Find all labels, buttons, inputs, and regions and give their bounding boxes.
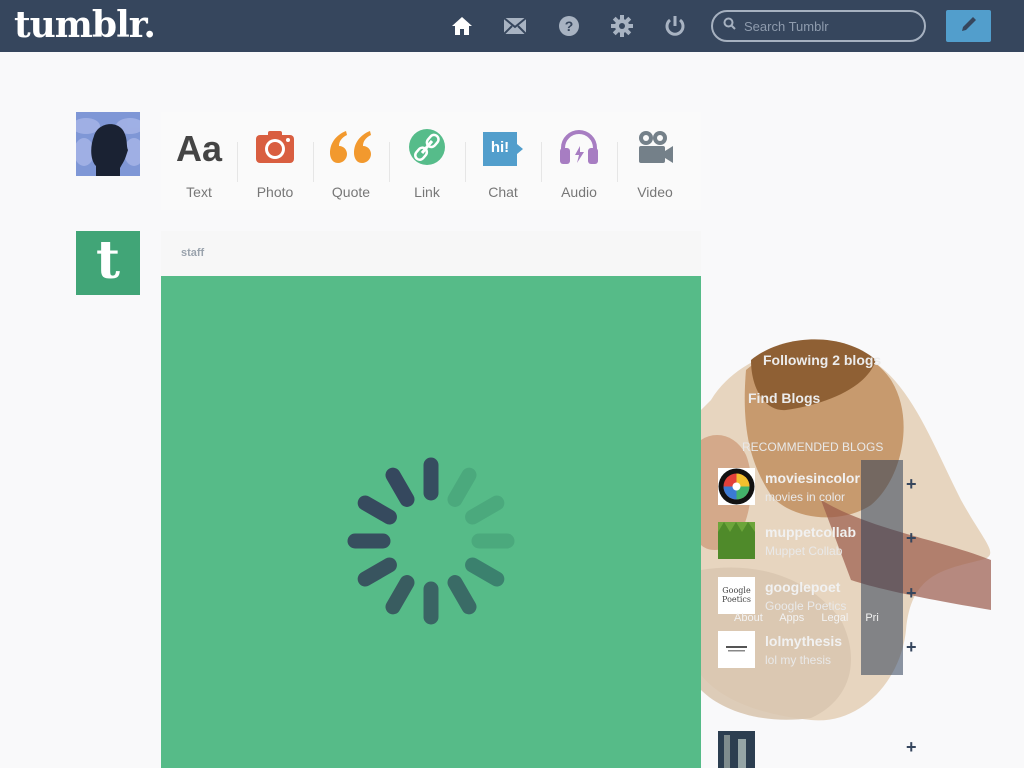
staff-avatar[interactable]: t	[76, 231, 140, 295]
link-icon	[409, 128, 445, 170]
footer-link-privacy[interactable]: Pri	[865, 612, 878, 624]
post-type-bar: Aa Text Photo Quote Link hi! Chat Audio	[161, 112, 701, 210]
text-icon: Aa	[175, 128, 223, 169]
camera-icon	[256, 130, 294, 168]
recommended-blog-name: moviesincolor	[765, 470, 860, 486]
follow-button[interactable]: +	[906, 583, 917, 604]
recommended-blog[interactable]: muppetcollab Muppet Collab +	[718, 522, 917, 568]
post-type-link[interactable]: Link	[389, 112, 465, 210]
settings-icon[interactable]	[610, 14, 634, 38]
mail-icon[interactable]	[503, 14, 527, 38]
user-avatar[interactable]	[76, 112, 140, 176]
post-type-label: Video	[637, 184, 673, 200]
googlepoet-avatar: Google Poetics	[718, 577, 755, 614]
tumblr-logo[interactable]: tumblr.	[14, 4, 156, 46]
post-type-label: Quote	[331, 184, 371, 200]
post-type-text[interactable]: Aa Text	[161, 112, 237, 210]
recommended-blog[interactable]: lolmythesis lol my thesis +	[718, 631, 917, 677]
footer-link-about[interactable]: About	[734, 612, 763, 624]
chat-icon: hi!	[483, 132, 523, 166]
post-type-label: Audio	[561, 184, 597, 200]
recommended-blog-title: lol my thesis	[765, 653, 832, 667]
post-type-photo[interactable]: Photo	[237, 112, 313, 210]
find-blogs-link[interactable]: Find Blogs	[748, 390, 820, 406]
help-icon[interactable]: ?	[557, 14, 581, 38]
muppetcollab-avatar	[718, 522, 755, 559]
chat-icon-text: hi!	[490, 139, 510, 156]
search-icon	[723, 17, 736, 35]
footer-link-legal[interactable]: Legal	[821, 612, 848, 624]
post-media[interactable]	[161, 276, 701, 768]
recommended-blog-title: Google Poetics	[765, 599, 847, 613]
video-camera-icon	[637, 129, 673, 170]
post-author[interactable]: staff	[181, 247, 204, 259]
search-box[interactable]	[711, 10, 926, 42]
follow-button[interactable]: +	[906, 474, 917, 495]
power-icon[interactable]	[663, 14, 687, 38]
post-type-chat[interactable]: hi! Chat	[465, 112, 541, 210]
recommended-blog[interactable]: +	[718, 731, 917, 768]
recommended-blog[interactable]: moviesincolor movies in color +	[718, 468, 917, 514]
post-type-label: Text	[186, 184, 212, 200]
recommended-blog-name: googlepoet	[765, 579, 841, 595]
loading-spinner-icon	[347, 457, 515, 625]
footer-links: About Apps Legal Pri	[734, 612, 893, 624]
compose-button[interactable]	[946, 10, 991, 42]
recommended-blog-name: lolmythesis	[765, 633, 843, 649]
quote-icon	[330, 130, 372, 168]
recommended-blog-avatar	[718, 731, 755, 768]
post-header: staff	[161, 231, 701, 276]
search-input[interactable]	[744, 18, 904, 34]
post-type-label: Link	[414, 184, 440, 200]
post-type-label: Chat	[488, 184, 518, 200]
post-type-video[interactable]: Video	[617, 112, 693, 210]
recommended-blog-title: movies in color	[765, 490, 846, 504]
footer-link-apps[interactable]: Apps	[779, 612, 804, 624]
post-type-quote[interactable]: Quote	[313, 112, 389, 210]
follow-button[interactable]: +	[906, 637, 917, 658]
svg-text:t: t	[96, 238, 120, 288]
post-type-audio[interactable]: Audio	[541, 112, 617, 210]
headphones-icon	[560, 129, 598, 169]
moviesincolor-avatar	[718, 468, 755, 505]
post-type-label: Photo	[256, 184, 294, 200]
lolmythesis-avatar	[718, 631, 755, 668]
recommended-blog-title: Muppet Collab	[765, 544, 843, 558]
home-icon[interactable]	[450, 14, 474, 38]
recommended-heading: RECOMMENDED BLOGS	[742, 440, 884, 454]
follow-button[interactable]: +	[906, 737, 917, 758]
follow-button[interactable]: +	[906, 528, 917, 549]
svg-text:?: ?	[565, 18, 574, 34]
top-navigation-bar: tumblr. ?	[0, 0, 1024, 52]
googlepoet-avatar-text: Google Poetics	[722, 585, 751, 604]
pencil-icon	[959, 14, 979, 39]
following-count[interactable]: Following 2 blogs	[763, 352, 881, 368]
recommended-blog-name: muppetcollab	[765, 524, 857, 540]
